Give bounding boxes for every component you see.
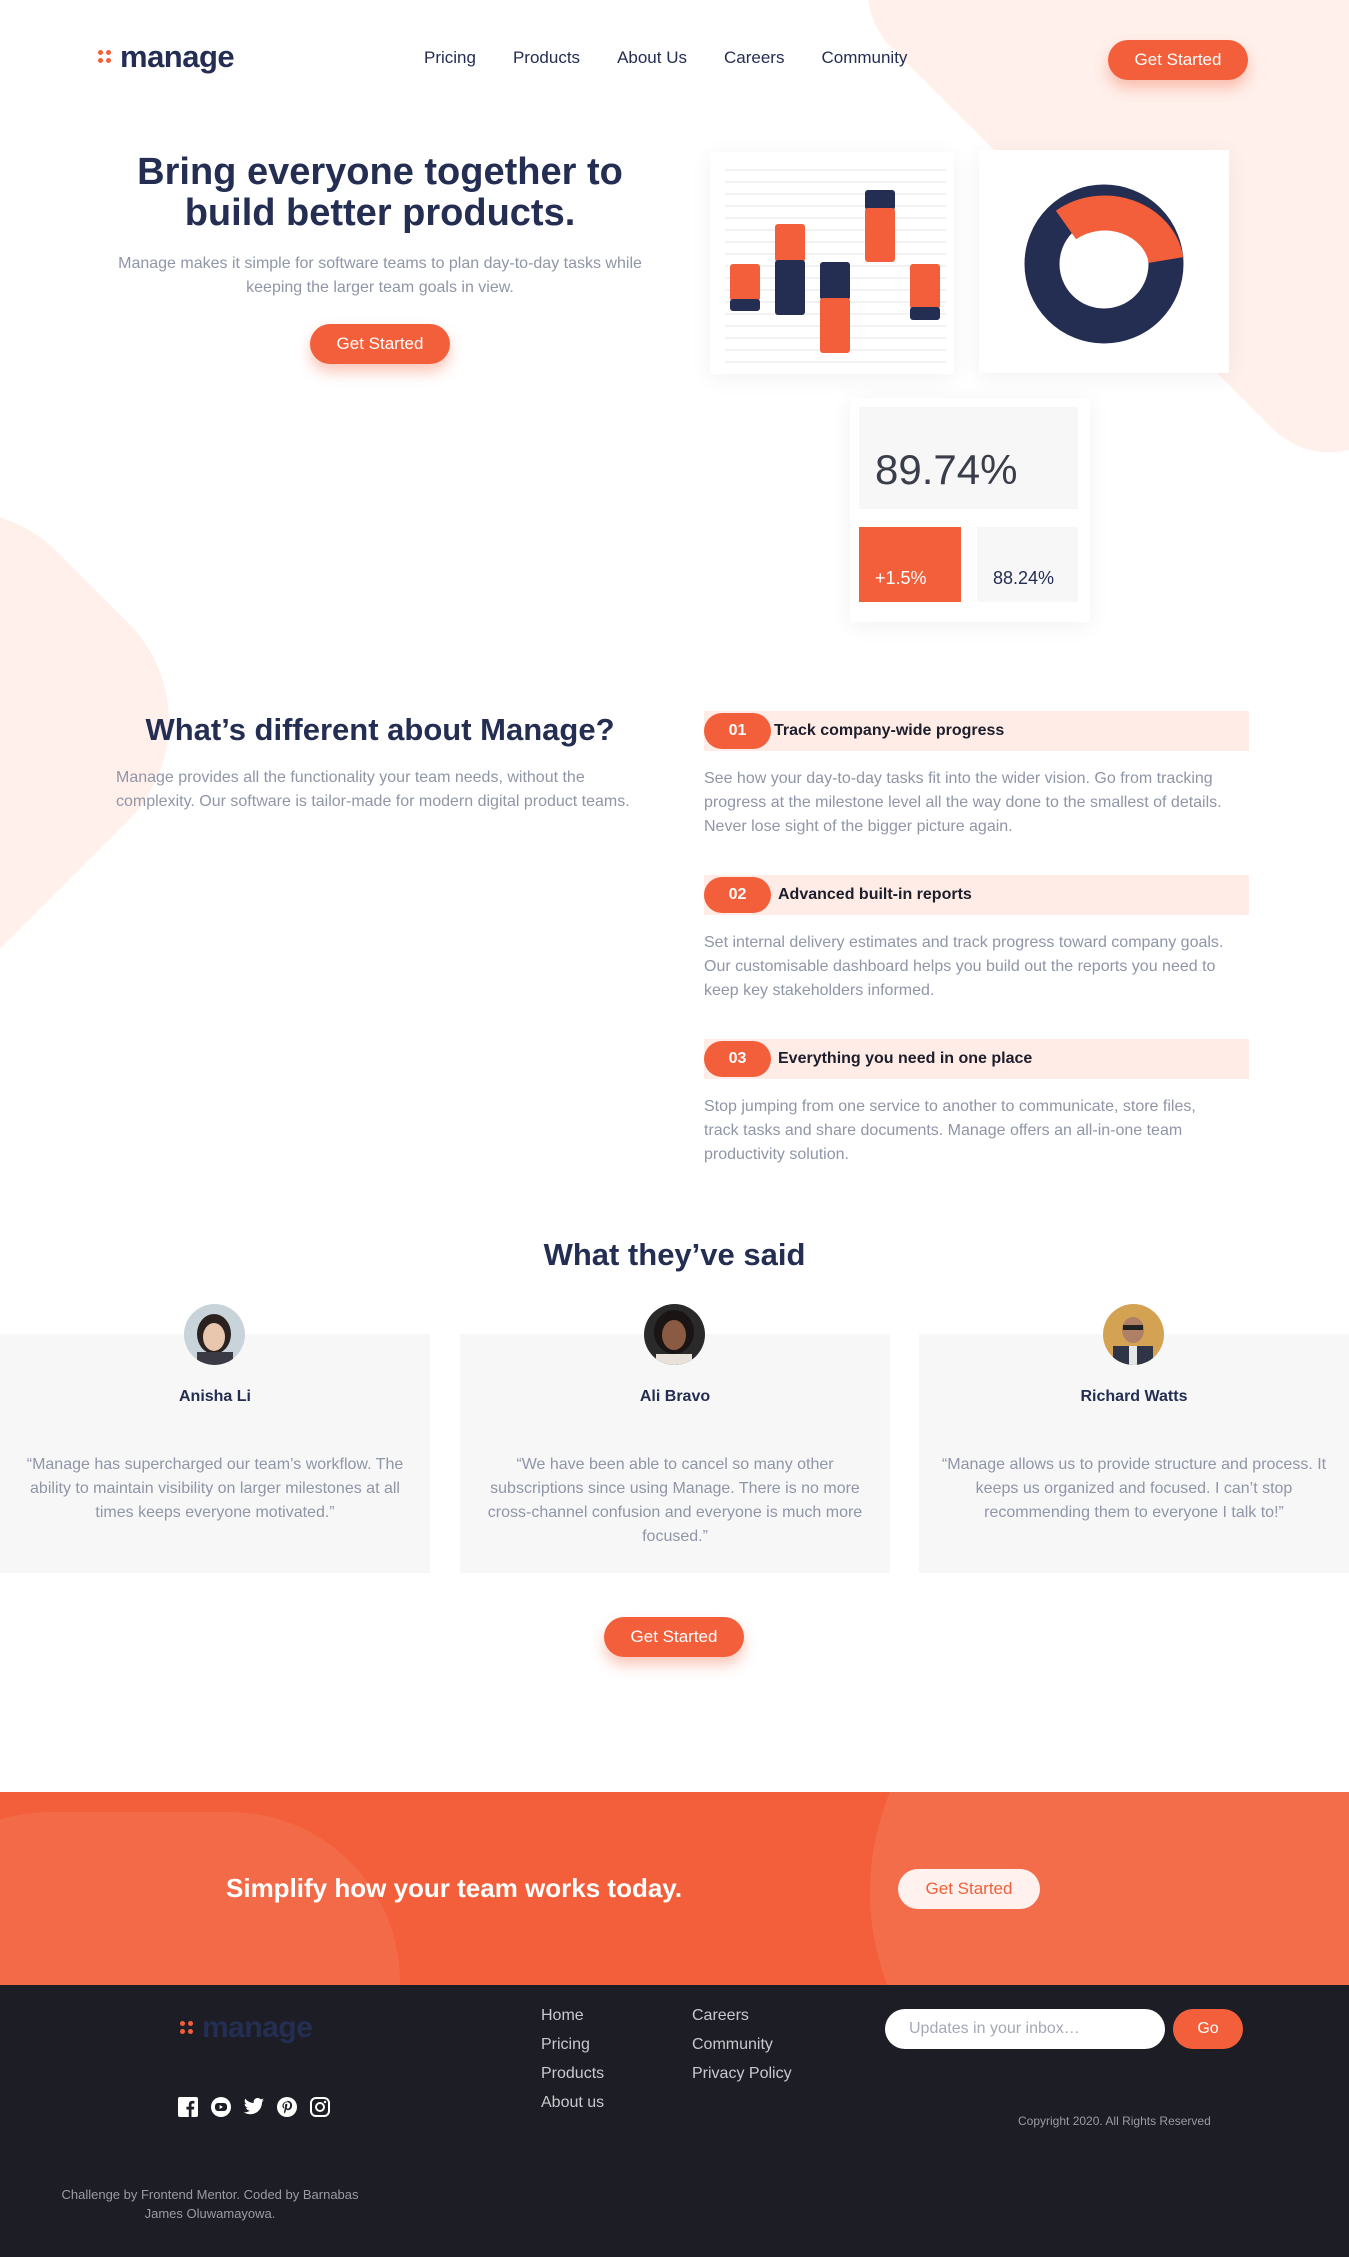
youtube-icon[interactable] bbox=[210, 2096, 232, 2118]
footer-link-community[interactable]: Community bbox=[692, 2036, 792, 2054]
hero-subtitle: Manage makes it simple for software team… bbox=[118, 255, 642, 296]
testimonial-name-1: Anisha Li bbox=[178, 1388, 251, 1405]
logo-text: manage bbox=[120, 39, 235, 74]
testimonials-get-started-button[interactable]: Get Started bbox=[604, 1617, 744, 1657]
bar-chart-illustration bbox=[725, 169, 946, 363]
testimonial-quote-3: “Manage allows us to provide structure a… bbox=[941, 1456, 1327, 1521]
footer-link-privacy-policy[interactable]: Privacy Policy bbox=[692, 2065, 792, 2083]
secondary-stat: 88.24% bbox=[977, 527, 1078, 602]
logo-mark-icon bbox=[98, 50, 112, 64]
feature-text-1: See how your day-to-day tasks fit into t… bbox=[704, 770, 1222, 835]
pinterest-icon[interactable] bbox=[276, 2096, 298, 2118]
bar-chart-card bbox=[710, 152, 954, 374]
nav-link-careers[interactable]: Careers bbox=[724, 48, 784, 68]
nav-link-community[interactable]: Community bbox=[821, 48, 907, 68]
testimonial-quote-2: “We have been able to cancel so many oth… bbox=[487, 1456, 863, 1545]
feature-number-1: 01 bbox=[704, 713, 771, 749]
cta-get-started-button[interactable]: Get Started bbox=[898, 1869, 1040, 1909]
avatar bbox=[184, 1304, 245, 1365]
footer-link-home[interactable]: Home bbox=[541, 2007, 604, 2025]
avatar bbox=[1103, 1304, 1164, 1365]
avatar-ali-bravo-icon bbox=[644, 1304, 705, 1365]
avatar-anisha-li-icon bbox=[184, 1304, 245, 1365]
hero-title: Bring everyone together to build better … bbox=[137, 151, 623, 234]
features-title: What’s different about Manage? bbox=[145, 712, 615, 747]
footer-links-col-2: Careers Community Privacy Policy bbox=[692, 2007, 792, 2083]
footer-logo-text: manage bbox=[202, 2011, 313, 2044]
testimonials-title: What they’ve said bbox=[543, 1237, 806, 1272]
newsletter-go-button[interactable]: Go bbox=[1173, 2009, 1243, 2049]
copyright: Copyright 2020. All Rights Reserved bbox=[1018, 2114, 1211, 2128]
newsletter-email-input[interactable] bbox=[885, 2009, 1165, 2049]
nav-link-pricing[interactable]: Pricing bbox=[424, 48, 476, 68]
feature-number-2: 02 bbox=[704, 877, 771, 913]
testimonial-quote-1: “Manage has supercharged our team’s work… bbox=[26, 1456, 404, 1521]
change-stat: +1.5% bbox=[859, 527, 961, 602]
cta-text: Simplify how your team works today. bbox=[226, 1873, 683, 1903]
nav-link-products[interactable]: Products bbox=[513, 48, 580, 68]
footer-logo[interactable]: manage bbox=[180, 2011, 313, 2045]
footer-link-products[interactable]: Products bbox=[541, 2065, 604, 2083]
feature-text-3: Stop jumping from one service to another… bbox=[704, 1098, 1196, 1163]
feature-heading-2: Advanced built-in reports bbox=[778, 886, 972, 903]
logo[interactable]: manage bbox=[98, 39, 235, 74]
testimonial-name-3: Richard Watts bbox=[1080, 1388, 1188, 1405]
instagram-icon[interactable] bbox=[309, 2096, 331, 2118]
footer-link-about-us[interactable]: About us bbox=[541, 2094, 604, 2112]
facebook-icon[interactable] bbox=[177, 2096, 199, 2118]
main-nav: Pricing Products About Us Careers Commun… bbox=[424, 48, 907, 68]
feature-heading-3: Everything you need in one place bbox=[778, 1050, 1033, 1067]
logo-mark-icon bbox=[180, 2021, 194, 2035]
footer-links-col-1: Home Pricing Products About us bbox=[541, 2007, 604, 2112]
donut-chart-illustration bbox=[1024, 184, 1184, 344]
hero-get-started-button[interactable]: Get Started bbox=[310, 324, 450, 364]
attribution: Challenge by Frontend Mentor. Coded by B… bbox=[61, 2187, 359, 2221]
feature-number-3: 03 bbox=[704, 1041, 771, 1077]
footer-link-pricing[interactable]: Pricing bbox=[541, 2036, 604, 2054]
feature-text-2: Set internal delivery estimates and trac… bbox=[704, 934, 1224, 999]
nav-link-about-us[interactable]: About Us bbox=[617, 48, 687, 68]
avatar bbox=[644, 1304, 705, 1365]
features-description: Manage provides all the functionality yo… bbox=[116, 769, 630, 810]
social-links bbox=[177, 2096, 331, 2118]
twitter-icon[interactable] bbox=[243, 2096, 265, 2118]
header-get-started-button[interactable]: Get Started bbox=[1108, 40, 1248, 80]
testimonial-name-2: Ali Bravo bbox=[639, 1388, 711, 1405]
footer-link-careers[interactable]: Careers bbox=[692, 2007, 792, 2025]
avatar-richard-watts-icon bbox=[1103, 1304, 1164, 1365]
donut-chart-card bbox=[979, 150, 1229, 373]
features-background-shape bbox=[0, 453, 227, 1047]
main-stat: 89.74% bbox=[859, 407, 1078, 509]
feature-heading-1: Track company-wide progress bbox=[774, 722, 1005, 739]
